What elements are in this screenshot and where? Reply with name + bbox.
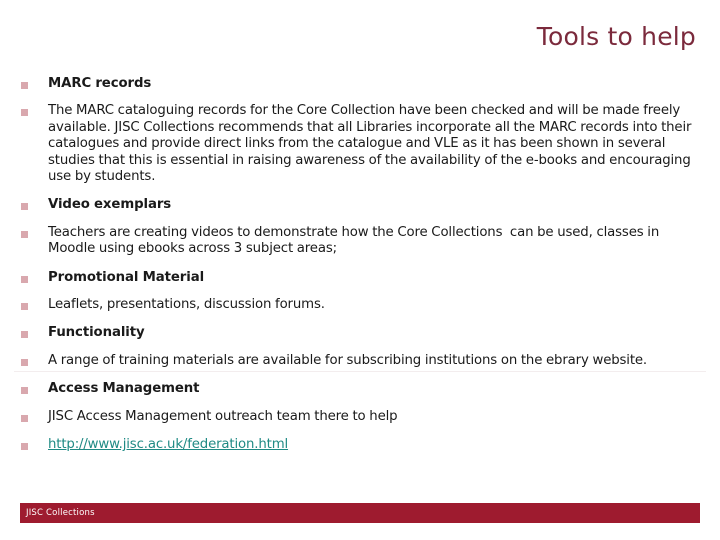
federation-link[interactable]: http://www.jisc.ac.uk/federation.html bbox=[48, 437, 288, 452]
bullet-row: The MARC cataloguing records for the Cor… bbox=[0, 103, 720, 185]
bullet-row: MARC records bbox=[0, 76, 720, 92]
bullet-paragraph: Leaflets, presentations, discussion foru… bbox=[48, 297, 325, 313]
bullet-list: MARC records The MARC cataloguing records… bbox=[0, 76, 720, 463]
bullet-heading: MARC records bbox=[48, 76, 152, 91]
bullet-heading: Access Management bbox=[48, 381, 200, 397]
bullet-heading: Functionality bbox=[48, 325, 145, 341]
bullet-row: JISC Access Management outreach team the… bbox=[0, 409, 720, 425]
bullet-row: Video exemplars bbox=[0, 197, 720, 213]
square-bullet-icon bbox=[21, 82, 28, 89]
square-bullet-icon bbox=[21, 230, 28, 238]
bullet-heading: Promotional Material bbox=[48, 269, 205, 285]
footer-label: JISC Collections bbox=[26, 508, 95, 518]
page-title: Tools to help bbox=[536, 22, 696, 51]
square-bullet-icon bbox=[21, 275, 28, 283]
square-bullet-icon bbox=[21, 203, 28, 211]
footer-bar bbox=[20, 503, 700, 523]
bullet-row: A range of training materials are availa… bbox=[0, 353, 720, 369]
bullet-row: Leaflets, presentations, discussion foru… bbox=[0, 297, 720, 313]
square-bullet-icon bbox=[21, 303, 28, 311]
bullet-paragraph: A range of training materials are availa… bbox=[48, 352, 648, 368]
bullet-row: Functionality bbox=[0, 325, 720, 341]
bullet-row: Access Management bbox=[0, 381, 720, 397]
square-bullet-icon bbox=[21, 331, 28, 339]
bullet-paragraph: Teachers are creating videos to demonstr… bbox=[48, 224, 663, 257]
square-bullet-icon bbox=[21, 443, 28, 451]
square-bullet-icon bbox=[21, 358, 28, 366]
slide: Tools to help MARC records The MARC catal… bbox=[0, 0, 720, 540]
bullet-row: Promotional Material bbox=[0, 270, 720, 286]
bullet-paragraph: The MARC cataloguing records for the Cor… bbox=[48, 103, 696, 185]
bullet-paragraph: JISC Access Management outreach team the… bbox=[48, 408, 398, 424]
bullet-heading: Video exemplars bbox=[48, 197, 172, 213]
bullet-link-wrapper: http://www.jisc.ac.uk/federation.html bbox=[48, 437, 700, 453]
bullet-row: http://www.jisc.ac.uk/federation.html bbox=[0, 437, 720, 453]
bullet-row: Teachers are creating videos to demonstr… bbox=[0, 225, 720, 258]
square-bullet-icon bbox=[21, 109, 28, 117]
square-bullet-icon bbox=[21, 414, 28, 422]
divider bbox=[14, 371, 706, 372]
square-bullet-icon bbox=[21, 387, 28, 395]
